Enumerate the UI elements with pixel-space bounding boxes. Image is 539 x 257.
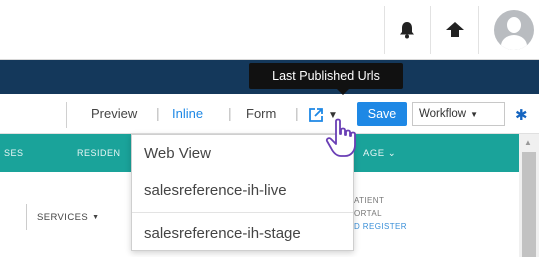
- scroll-up-icon[interactable]: ▲: [524, 138, 532, 147]
- toolbar-separator: |: [156, 105, 160, 121]
- menu-item-stage[interactable]: salesreference-ih-stage: [144, 225, 301, 242]
- inline-button[interactable]: Inline: [172, 106, 203, 121]
- toolbar-separator: |: [295, 105, 299, 121]
- toolbar-separator: |: [228, 105, 232, 121]
- patient-portal-link[interactable]: ATIENT ORTAL D REGISTER: [354, 194, 407, 233]
- services-label: SERVICES: [37, 211, 89, 223]
- published-urls-menu: Web View salesreference-ih-live salesref…: [131, 134, 354, 251]
- hand-cursor-icon: [325, 118, 356, 157]
- menu-item-live[interactable]: salesreference-ih-live: [144, 182, 287, 199]
- menu-divider: [132, 212, 353, 213]
- gear-icon[interactable]: ✱: [515, 106, 528, 124]
- tooltip: Last Published Urls: [249, 63, 403, 95]
- cloud-upload-icon: [445, 22, 464, 37]
- external-link-icon: [309, 108, 323, 122]
- form-button[interactable]: Form: [246, 106, 276, 121]
- bell-icon: [400, 22, 414, 39]
- editor-toolbar: Preview | Inline | Form | ▼ Save Workflo…: [0, 94, 539, 134]
- avatar[interactable]: [494, 10, 534, 50]
- patient-line: D REGISTER: [354, 222, 407, 231]
- chevron-down-icon: ⌄: [387, 148, 397, 159]
- notifications-button[interactable]: [384, 6, 429, 54]
- patient-line: ORTAL: [354, 209, 382, 218]
- nav-item[interactable]: SES: [4, 148, 24, 158]
- save-button[interactable]: Save: [357, 102, 407, 126]
- chevron-down-icon: ▼: [470, 109, 478, 119]
- scrollbar-thumb[interactable]: [522, 152, 536, 257]
- publish-button[interactable]: [430, 6, 478, 54]
- preview-button[interactable]: Preview: [91, 106, 137, 121]
- nav-item[interactable]: AGE ⌄: [363, 148, 396, 159]
- patient-line: ATIENT: [354, 196, 385, 205]
- workflow-label: Workflow: [419, 108, 467, 120]
- toolbar-divider: [66, 102, 67, 128]
- user-menu[interactable]: [478, 6, 539, 54]
- vertical-scrollbar[interactable]: ▲: [519, 134, 539, 257]
- services-menu[interactable]: SERVICES ▼: [26, 204, 144, 230]
- nav-item[interactable]: RESIDEN: [77, 148, 121, 158]
- workflow-dropdown[interactable]: Workflow ▼: [412, 102, 505, 126]
- chevron-down-icon: ▼: [92, 213, 100, 221]
- top-header: [0, 0, 539, 60]
- menu-item-web-view[interactable]: Web View: [144, 145, 211, 162]
